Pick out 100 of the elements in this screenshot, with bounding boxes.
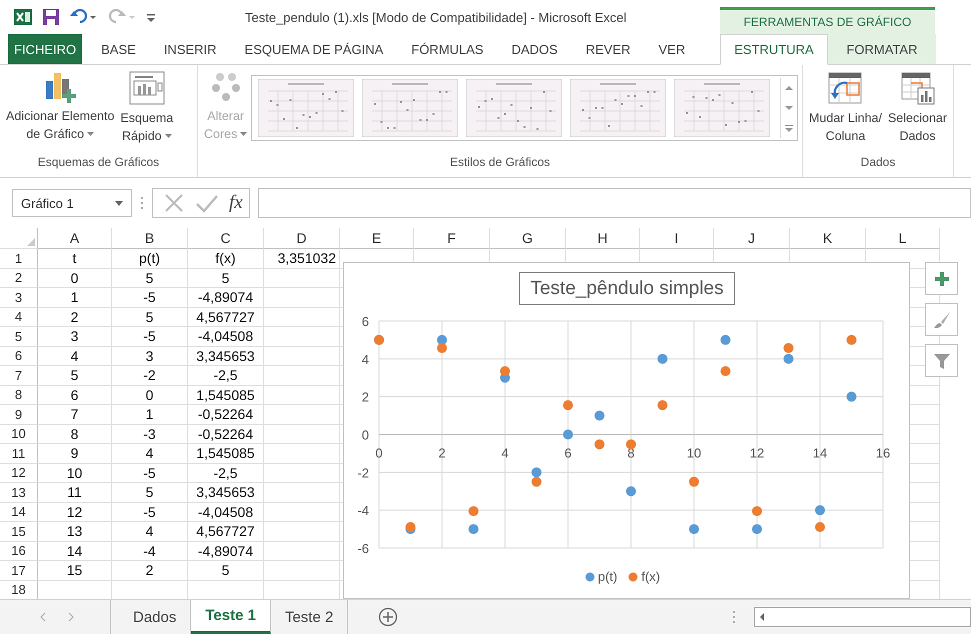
table-cell: -4,04508 [188, 327, 264, 346]
row-header[interactable]: 12 [0, 464, 38, 483]
x-tick-label: 6 [564, 446, 572, 460]
undo-icon[interactable] [70, 9, 98, 25]
sheet-tab[interactable]: Teste 2 [270, 600, 348, 634]
row-header[interactable]: 18 [0, 580, 38, 599]
data-point [658, 400, 668, 410]
column-header[interactable]: C [188, 228, 264, 249]
data-point [752, 524, 762, 534]
chart-style-thumbnail[interactable] [258, 79, 354, 137]
column-header[interactable]: I [640, 228, 714, 249]
row-header[interactable]: 7 [0, 366, 38, 386]
table-cell: 11 [38, 483, 112, 502]
row-header[interactable]: 15 [0, 522, 38, 542]
data-point [468, 506, 478, 516]
table-cell: -5 [112, 464, 188, 483]
column-header[interactable]: A [38, 228, 112, 249]
row-header[interactable]: 6 [0, 346, 38, 366]
table-cell: -4,89074 [188, 542, 264, 561]
column-header[interactable]: H [566, 228, 640, 249]
ribbon-tab[interactable]: FÓRMULAS [398, 34, 496, 64]
chart-style-thumbnail[interactable] [570, 79, 666, 137]
row-header[interactable]: 3 [0, 288, 38, 308]
table-cell: -5 [112, 502, 188, 522]
x-tick-label: 14 [812, 446, 828, 460]
data-point [815, 522, 825, 532]
table-cell: p(t) [112, 249, 188, 268]
formula-input[interactable] [258, 188, 971, 218]
ribbon-tab[interactable]: ESTRUTURA [720, 34, 828, 65]
chart-styles-button[interactable] [925, 303, 958, 336]
data-point [626, 439, 636, 450]
scroll-right-icon[interactable] [66, 612, 76, 622]
cancel-icon[interactable] [163, 192, 185, 214]
insert-function-button[interactable]: fx [229, 192, 243, 214]
column-header[interactable]: L [866, 228, 940, 249]
switch-row-column-icon [827, 71, 864, 105]
data-point [532, 476, 542, 487]
ribbon-button[interactable]: Adicionar Elemento de Gráfico [4, 69, 116, 145]
ribbon-tab[interactable]: FORMATAR [828, 34, 936, 64]
column-header[interactable]: E [340, 228, 414, 249]
table-cell: 5 [38, 366, 112, 386]
column-header[interactable]: G [490, 228, 566, 249]
row-header[interactable]: 16 [0, 542, 38, 561]
column-header[interactable]: B [112, 228, 188, 249]
x-tick-label: 4 [501, 446, 509, 460]
row-header[interactable]: 17 [0, 561, 38, 580]
table-cell: -4 [112, 542, 188, 561]
grip-icon [140, 196, 144, 210]
customize-icon[interactable] [146, 11, 156, 23]
row-header[interactable]: 2 [0, 268, 38, 288]
ribbon-button[interactable]: Esquema Rápido [118, 69, 176, 147]
ribbon-button[interactable]: Mudar Linha/ Coluna [807, 69, 884, 147]
ribbon-tab[interactable]: FICHEIRO [8, 34, 82, 64]
row-header[interactable]: 1 [0, 249, 38, 268]
window-title: Teste_pendulo (1).xls [Modo de Compatibilidade] - Microsoft Excel [245, 10, 627, 24]
row-header[interactable]: 4 [0, 308, 38, 327]
row-header[interactable]: 11 [0, 444, 38, 464]
data-point [752, 506, 762, 516]
chart-style-thumbnail[interactable] [466, 79, 562, 137]
data-point [437, 334, 447, 345]
row-header[interactable]: 5 [0, 327, 38, 346]
sheet-tab[interactable]: Teste 1 [191, 600, 271, 634]
excel-icon[interactable] [14, 8, 32, 26]
column-header[interactable]: K [790, 228, 866, 249]
chart-style-thumbnail[interactable] [674, 79, 770, 137]
row-header[interactable]: 14 [0, 502, 38, 522]
name-box[interactable]: Gráfico 1 [12, 189, 132, 217]
table-cell: 5 [188, 561, 264, 580]
save-icon[interactable] [42, 8, 60, 26]
row-header[interactable]: 9 [0, 405, 38, 424]
x-tick-label: 0 [375, 446, 383, 460]
row-header[interactable]: 13 [0, 483, 38, 502]
row-header[interactable]: 8 [0, 386, 38, 405]
row-header[interactable]: 10 [0, 424, 38, 444]
ribbon-tab[interactable]: DADOS [498, 34, 571, 64]
brush-icon [932, 310, 950, 328]
column-header[interactable]: F [414, 228, 490, 249]
chart-elements-button[interactable] [925, 262, 958, 295]
chart-title[interactable]: Teste_pêndulo simples [519, 272, 735, 305]
table-cell: -4,04508 [188, 502, 264, 522]
ribbon-tab[interactable]: BASE [88, 34, 149, 64]
data-point [532, 467, 542, 478]
data-point [594, 439, 604, 450]
chart-filters-button[interactable] [925, 344, 958, 377]
table-cell: 3,345653 [188, 346, 264, 366]
table-cell: -2,5 [188, 366, 264, 386]
ribbon-tab[interactable]: REVER [572, 34, 644, 64]
column-header[interactable]: J [714, 228, 790, 249]
ribbon-tab[interactable]: ESQUEMA DE PÁGINA [232, 34, 396, 64]
add-sheet-icon[interactable] [378, 607, 398, 627]
ribbon-tab[interactable]: VER [646, 34, 698, 64]
ribbon-button[interactable]: Selecionar Dados [886, 69, 950, 147]
table-cell: -5 [112, 288, 188, 308]
ribbon-tab[interactable]: INSERIR [150, 34, 230, 64]
table-cell: 4,567727 [188, 308, 264, 327]
column-header[interactable]: D [264, 228, 340, 249]
horizontal-scrollbar[interactable] [754, 607, 971, 627]
chart-style-thumbnail[interactable] [362, 79, 458, 137]
y-tick-label: -6 [357, 541, 369, 556]
select-all-icon[interactable] [27, 238, 35, 246]
